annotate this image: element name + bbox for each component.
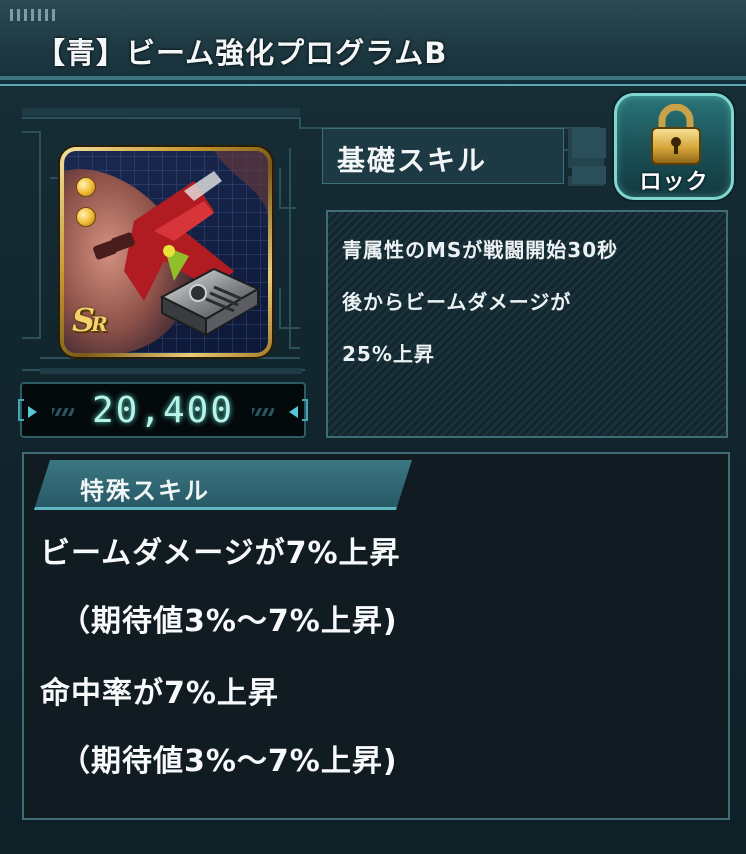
score-panel: 20,400 <box>18 382 308 438</box>
header-divider <box>0 76 746 80</box>
level-dot-2 <box>76 207 96 227</box>
level-dot-1 <box>76 177 96 197</box>
padlock-icon <box>651 104 701 165</box>
special-skill-line-2: （期待値3%～7%上昇) <box>60 604 398 639</box>
header-bar: 【青】ビーム強化プログラムB <box>0 0 746 86</box>
score-value: 20,400 <box>91 390 235 431</box>
rarity-badge: SR <box>72 301 130 347</box>
special-skill-tab: 特殊スキル <box>34 460 412 510</box>
lock-button-label: ロック <box>639 170 709 195</box>
special-skill-panel: 特殊スキル ビームダメージが7%上昇 （期待値3%～7%上昇) 命中率が7%上昇… <box>22 452 730 820</box>
special-skill-label: 特殊スキル <box>80 477 210 505</box>
item-card[interactable]: SR <box>60 147 272 357</box>
item-detail-screen: 【青】ビーム強化プログラムB SR 20,400 基礎スキル 青属性のMSが戦闘… <box>0 0 746 854</box>
item-card-art: SR <box>64 151 268 353</box>
basic-skill-description: 青属性のMSが戦闘開始30秒 後からビームダメージが 25%上昇 <box>326 210 728 438</box>
basic-skill-header: 基礎スキル <box>322 128 564 184</box>
basic-skill-line-2: 後からビームダメージが <box>342 290 572 314</box>
header-deco-block <box>572 128 606 158</box>
basic-skill-line-1: 青属性のMSが戦闘開始30秒 <box>342 238 619 262</box>
special-skill-line-4: （期待値3%～7%上昇) <box>60 744 398 779</box>
rarity-sub-letter: R <box>91 312 108 336</box>
basic-skill-line-3: 25%上昇 <box>342 342 435 366</box>
item-title: 【青】ビーム強化プログラムB <box>36 36 448 70</box>
special-skill-line-1: ビームダメージが7%上昇 <box>40 536 401 571</box>
lock-button[interactable]: ロック <box>614 93 734 200</box>
special-skill-line-3: 命中率が7%上昇 <box>40 676 279 711</box>
basic-skill-label: 基礎スキル <box>337 144 488 177</box>
header-deco-block-small <box>572 166 606 184</box>
header-decoration <box>10 9 56 21</box>
